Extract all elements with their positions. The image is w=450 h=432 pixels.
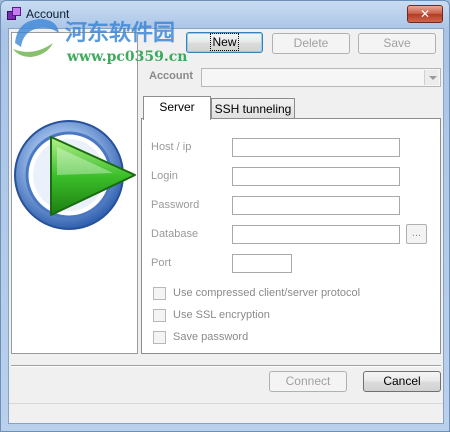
watermark-url: www.pc0359.cn — [67, 49, 188, 65]
tab-server[interactable]: Server — [143, 96, 211, 120]
port-input[interactable] — [232, 254, 292, 273]
save-button[interactable]: Save — [358, 33, 436, 54]
host-input[interactable] — [232, 138, 400, 157]
login-input[interactable] — [232, 167, 400, 186]
account-select[interactable] — [201, 68, 441, 87]
watermark-logo-icon — [13, 19, 59, 57]
checkbox-box[interactable] — [153, 309, 166, 322]
checkbox-label: Use compressed client/server protocol — [173, 287, 361, 299]
password-label: Password — [151, 199, 200, 211]
login-label: Login — [151, 170, 178, 182]
connect-button[interactable]: Connect — [269, 371, 347, 392]
checkbox-box[interactable] — [153, 331, 166, 344]
watermark-site-name: 河东软件园 — [65, 20, 176, 46]
play-icon — [14, 120, 136, 230]
watermark: 河东软件园 www.pc0359.cn — [7, 13, 207, 73]
database-input[interactable] — [232, 225, 400, 244]
footer-separator — [11, 365, 441, 367]
checkbox-label: Save password — [173, 331, 249, 343]
tab-ssh-tunneling[interactable]: SSH tunneling — [211, 98, 295, 120]
close-button[interactable]: ✕ — [407, 5, 443, 23]
status-bar — [9, 403, 443, 423]
database-browse-button[interactable]: ... — [406, 224, 427, 244]
checkbox-box[interactable] — [153, 287, 166, 300]
port-label: Port — [151, 257, 172, 269]
database-label: Database — [151, 228, 199, 240]
checkbox-label: Use SSL encryption — [173, 309, 270, 321]
delete-button[interactable]: Delete — [272, 33, 350, 54]
account-window: Account ✕ New Delete Save Account Server… — [0, 0, 450, 432]
cancel-button[interactable]: Cancel — [363, 371, 441, 392]
host-label: Host / ip — [151, 141, 192, 153]
dialog-client-area: New Delete Save Account Server SSH tunne… — [8, 28, 444, 424]
chevron-down-icon[interactable] — [424, 70, 439, 85]
password-input[interactable] — [232, 196, 400, 215]
